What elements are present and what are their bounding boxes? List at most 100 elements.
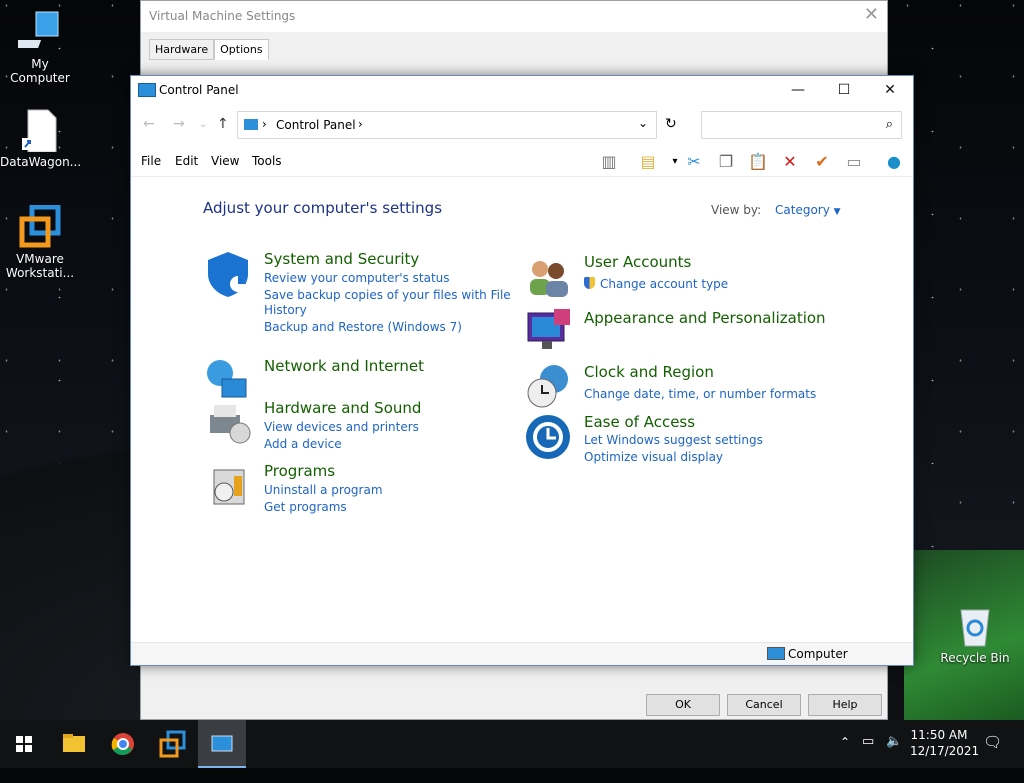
taskbar-chrome[interactable]: [99, 720, 147, 768]
copy-icon[interactable]: ❐: [714, 150, 738, 174]
category-link[interactable]: Uninstall a program: [264, 483, 383, 497]
clock-globe-icon: [527, 365, 568, 408]
control-panel-icon: [244, 119, 258, 130]
category-programs: Programs Uninstall a program Get program…: [204, 462, 504, 522]
status-location: Computer: [788, 647, 848, 661]
show-hidden-icons[interactable]: ⌃: [840, 735, 850, 783]
content-area: Adjust your computer's settings View by:…: [131, 177, 913, 643]
address-dropdown-icon[interactable]: ⌄: [638, 116, 648, 130]
cut-icon[interactable]: ✂: [682, 150, 706, 174]
menu-file[interactable]: File: [141, 154, 161, 168]
category-link[interactable]: Backup and Restore (Windows 7): [264, 320, 462, 334]
computer-icon: [10, 10, 62, 54]
category-title[interactable]: User Accounts: [584, 253, 691, 271]
check-icon[interactable]: ✔: [810, 150, 834, 174]
taskbar-vmware[interactable]: [148, 720, 196, 768]
recycle-bin-icon: [953, 604, 997, 648]
folder-icon: [63, 734, 85, 752]
notification-icon[interactable]: 🗨: [983, 733, 1002, 781]
taskbar-file-explorer[interactable]: [50, 720, 98, 768]
address-row: ← → ⌄ ↑ › Control Panel › ⌄ ↻ ⌕: [131, 110, 913, 140]
category-link[interactable]: Review your computer's status: [264, 271, 450, 285]
volume-muted-icon[interactable]: 🔈: [886, 734, 902, 782]
view-by: View by: Category ▼: [711, 203, 841, 217]
search-input[interactable]: ⌕: [701, 111, 902, 139]
category-system-security: System and Security Review your computer…: [204, 250, 511, 340]
category-network-internet: Network and Internet: [204, 357, 504, 405]
close-button[interactable]: ✕: [867, 76, 913, 104]
address-bar[interactable]: › Control Panel › ⌄: [237, 111, 657, 139]
category-title[interactable]: Network and Internet: [264, 357, 424, 375]
cancel-button[interactable]: Cancel: [727, 694, 801, 716]
maximize-button[interactable]: ☐: [821, 76, 867, 104]
breadcrumb[interactable]: Control Panel: [276, 118, 356, 132]
paste-icon[interactable]: 📋: [746, 150, 770, 174]
title-bar: Control Panel — ☐ ✕: [131, 76, 913, 104]
help-button[interactable]: Help: [808, 694, 882, 716]
category-title[interactable]: Hardware and Sound: [264, 399, 421, 417]
users-icon: [530, 261, 568, 297]
category-link[interactable]: Add a device: [264, 437, 342, 451]
printer-icon: [210, 405, 251, 444]
category-link[interactable]: View devices and printers: [264, 420, 419, 434]
desktop-icon-datawagon[interactable]: DataWagon...: [0, 108, 81, 169]
preview-pane-icon[interactable]: ▥: [597, 150, 621, 174]
category-title[interactable]: System and Security: [264, 250, 419, 268]
folder-icon[interactable]: ▤: [636, 150, 660, 174]
view-by-label: View by:: [711, 203, 762, 217]
window-title: Control Panel: [159, 83, 239, 97]
tab-hardware[interactable]: Hardware: [149, 39, 215, 60]
recent-chevron-icon[interactable]: ⌄: [199, 119, 207, 130]
globe-icon[interactable]: ●: [882, 150, 906, 174]
desktop-icon-label: Recycle Bin: [940, 651, 1010, 665]
breadcrumb-chevron-icon[interactable]: ›: [358, 117, 363, 131]
vm-settings-title: Virtual Machine Settings: [141, 1, 887, 32]
start-button[interactable]: [0, 720, 48, 768]
search-icon[interactable]: ⌕: [886, 117, 893, 132]
back-arrow-icon[interactable]: ←: [143, 116, 155, 132]
tab-options[interactable]: Options: [214, 39, 269, 60]
clock-time: 11:50 AM: [910, 728, 968, 742]
category-title[interactable]: Programs: [264, 462, 335, 480]
category-link[interactable]: Let Windows suggest settings: [584, 433, 763, 447]
appearance-icon: [527, 309, 570, 349]
category-clock-region: Clock and Region Change date, time, or n…: [524, 363, 854, 411]
menu-view[interactable]: View: [211, 154, 239, 168]
category-title[interactable]: Ease of Access: [584, 413, 695, 431]
clock-date: 12/17/2021: [910, 744, 980, 758]
control-panel-icon: [211, 735, 233, 752]
forward-arrow-icon[interactable]: →: [173, 116, 185, 132]
view-by-dropdown[interactable]: Category ▼: [775, 203, 841, 217]
minimize-button[interactable]: —: [775, 76, 821, 104]
category-link[interactable]: Optimize visual display: [584, 450, 723, 464]
category-link[interactable]: History: [264, 303, 307, 317]
vmware-icon: [159, 730, 186, 758]
menu-tools[interactable]: Tools: [252, 154, 282, 168]
category-link[interactable]: Get programs: [264, 500, 347, 514]
desktop-icon-vmware[interactable]: VMware Workstati...: [0, 204, 80, 280]
close-icon[interactable]: ✕: [864, 4, 879, 25]
category-link[interactable]: Change date, time, or number formats: [584, 387, 816, 401]
category-link[interactable]: Change account type: [600, 277, 728, 291]
uac-shield-icon: [584, 277, 595, 289]
menu-edit[interactable]: Edit: [175, 154, 198, 168]
category-user-accounts: User Accounts Change account type: [524, 253, 854, 301]
vm-settings-tabs: Hardware Options: [149, 39, 269, 60]
properties-icon[interactable]: ▭: [842, 150, 866, 174]
up-arrow-icon[interactable]: ↑: [217, 116, 229, 132]
desktop-icon-my-computer[interactable]: My Computer: [0, 10, 80, 85]
clock[interactable]: 11:50 AM 12/17/2021: [910, 728, 980, 776]
vmware-icon: [18, 204, 62, 249]
taskbar-control-panel[interactable]: [198, 720, 246, 768]
chrome-icon: [111, 733, 134, 755]
category-link[interactable]: Save backup copies of your files with Fi…: [264, 288, 511, 302]
ok-button[interactable]: OK: [646, 694, 720, 716]
ease-of-access-icon: [526, 415, 570, 459]
network-icon[interactable]: ▭: [862, 734, 874, 782]
category-title[interactable]: Appearance and Personalization: [584, 309, 826, 327]
refresh-icon[interactable]: ↻: [665, 116, 677, 132]
category-title[interactable]: Clock and Region: [584, 363, 714, 381]
delete-icon[interactable]: ✕: [778, 150, 802, 174]
desktop-icon-recycle-bin[interactable]: Recycle Bin: [935, 604, 1015, 665]
taskbar: ⌃ ▭ 🔈 11:50 AM 12/17/2021 🗨: [0, 720, 1024, 768]
